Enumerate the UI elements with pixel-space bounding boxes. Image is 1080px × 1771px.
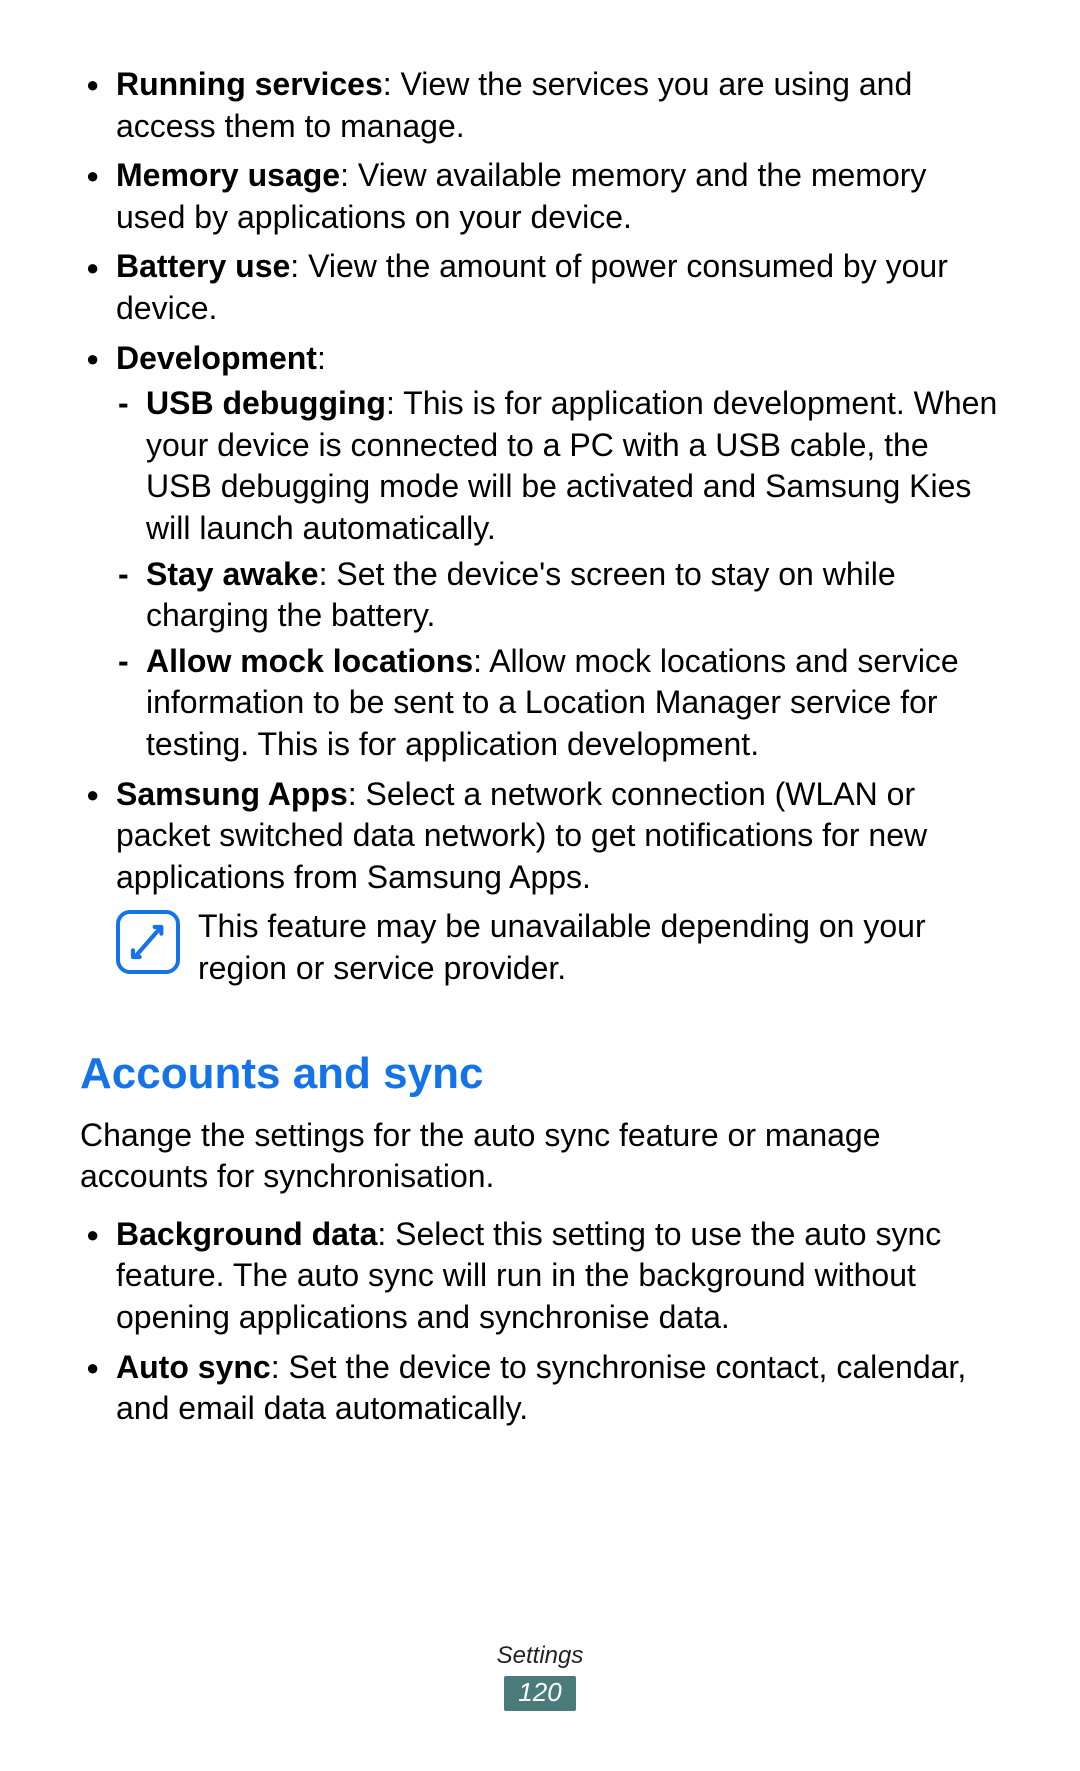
sub-list-development: USB debugging: This is for application d… bbox=[116, 383, 1000, 765]
note-text: This feature may be unavailable dependin… bbox=[198, 906, 1000, 989]
list-item: Allow mock locations: Allow mock locatio… bbox=[116, 641, 1000, 766]
item-label: Background data bbox=[116, 1216, 377, 1252]
item-label: Memory usage bbox=[116, 157, 340, 193]
list-item: USB debugging: This is for application d… bbox=[116, 383, 1000, 549]
list-item: Running services: View the services you … bbox=[80, 64, 1000, 147]
list-item: Battery use: View the amount of power co… bbox=[80, 246, 1000, 329]
list-item: Background data: Select this setting to … bbox=[80, 1214, 1000, 1339]
list-item: Samsung Apps: Select a network connectio… bbox=[80, 774, 1000, 990]
section-heading-accounts-sync: Accounts and sync bbox=[80, 1045, 1000, 1102]
list-item: Development: USB debugging: This is for … bbox=[80, 338, 1000, 766]
note-row: This feature may be unavailable dependin… bbox=[116, 906, 1000, 989]
page-number-badge: 120 bbox=[504, 1676, 575, 1711]
footer-section-label: Settings bbox=[0, 1642, 1080, 1670]
section-intro: Change the settings for the auto sync fe… bbox=[80, 1115, 1000, 1198]
item-label: Running services bbox=[116, 66, 383, 102]
bullet-list-top: Running services: View the services you … bbox=[80, 64, 1000, 989]
page-footer: Settings 120 bbox=[0, 1642, 1080, 1711]
page: Running services: View the services you … bbox=[0, 0, 1080, 1771]
item-label: Auto sync bbox=[116, 1349, 271, 1385]
list-item: Auto sync: Set the device to synchronise… bbox=[80, 1347, 1000, 1430]
item-label: Stay awake bbox=[146, 556, 319, 592]
note-icon bbox=[116, 910, 180, 974]
item-label: Development bbox=[116, 340, 317, 376]
list-item: Memory usage: View available memory and … bbox=[80, 155, 1000, 238]
item-label: Allow mock locations bbox=[146, 643, 473, 679]
bullet-list-accounts: Background data: Select this setting to … bbox=[80, 1214, 1000, 1430]
item-label: USB debugging bbox=[146, 385, 386, 421]
item-colon: : bbox=[317, 340, 326, 376]
page-content: Running services: View the services you … bbox=[80, 64, 1000, 1430]
item-label: Samsung Apps bbox=[116, 776, 348, 812]
item-label: Battery use bbox=[116, 248, 290, 284]
list-item: Stay awake: Set the device's screen to s… bbox=[116, 554, 1000, 637]
